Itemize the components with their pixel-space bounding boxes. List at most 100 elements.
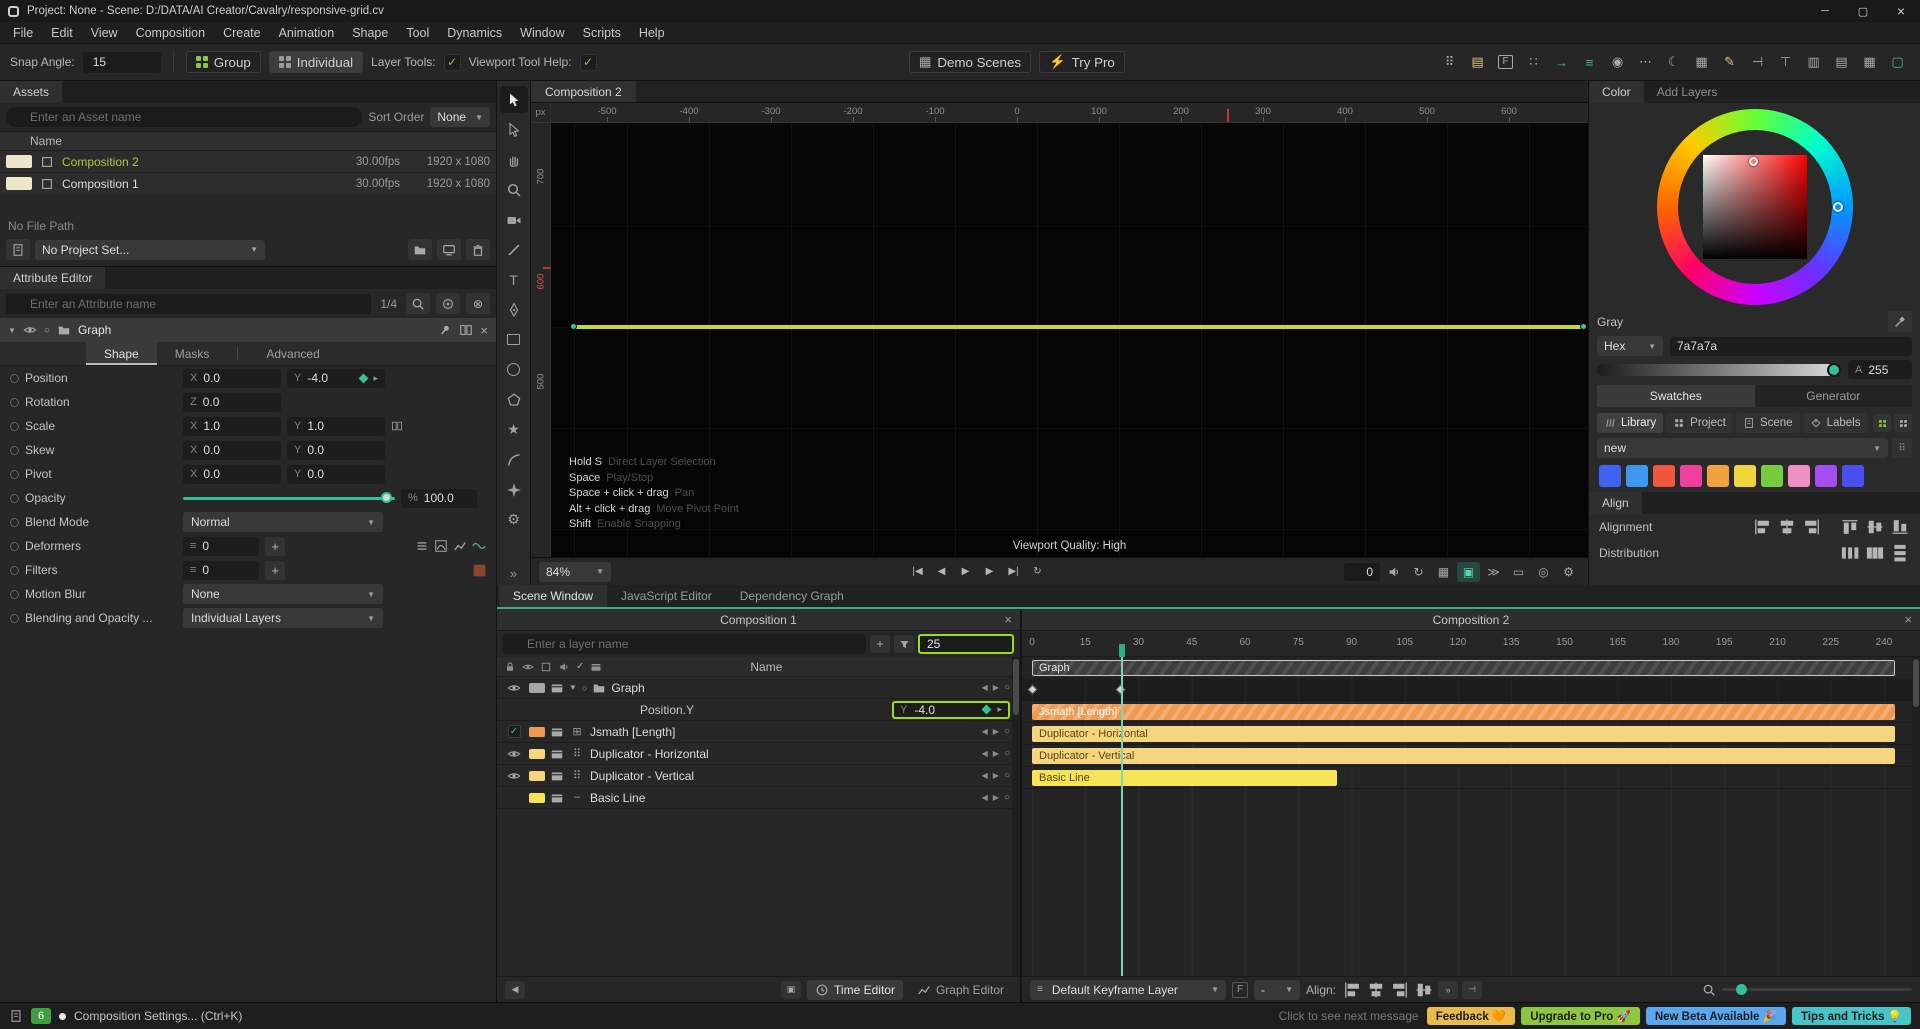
align-middle-button[interactable] [1865, 518, 1885, 536]
timeline-track-row[interactable]: Duplicator - Horizontal [1022, 723, 1912, 745]
color-swatch[interactable] [1707, 465, 1729, 487]
line-start-handle[interactable] [570, 323, 577, 330]
menu-dynamics[interactable]: Dynamics [438, 26, 511, 40]
minimize-button[interactable]: ─ [1806, 0, 1844, 22]
menu-shape[interactable]: Shape [343, 26, 397, 40]
crescent-button[interactable]: ☾ [1661, 50, 1686, 74]
layer-row[interactable]: ✓ ⊞ Jsmath [Length] ◀ ▶ ○ [497, 721, 1020, 743]
close-icon[interactable]: × [1904, 612, 1912, 627]
hue-selector-dot[interactable] [1833, 202, 1843, 212]
nudge-right-icon[interactable]: ▶ [993, 727, 999, 736]
add-button[interactable]: + [265, 560, 285, 580]
property-select[interactable]: None ▼ [183, 584, 383, 604]
nudge-right-icon[interactable]: ▶ [993, 749, 999, 758]
time-editor-button[interactable]: Time Editor [807, 979, 903, 1000]
render-view-button[interactable]: ▣ [1457, 561, 1480, 582]
layer-color-swatch[interactable] [529, 682, 545, 693]
target-button[interactable] [436, 293, 460, 314]
timeline-scrollbar[interactable] [1912, 657, 1920, 976]
individual-button[interactable]: Individual [268, 51, 364, 73]
source-library-button[interactable]: Library [1597, 413, 1664, 433]
tab-dependency-graph[interactable]: Dependency Graph [726, 585, 858, 607]
split-view-icon[interactable] [459, 323, 473, 337]
distribute-dist-c-button[interactable] [1865, 544, 1885, 562]
display-toggle-button[interactable]: ▢ [1885, 50, 1910, 74]
tab-attribute-editor[interactable]: Attribute Editor [0, 267, 106, 289]
keyframe-icon[interactable] [1027, 684, 1037, 695]
nudge-right-icon[interactable]: ▶ [993, 683, 999, 692]
align-horizontal-button[interactable]: ⊣ [1745, 50, 1770, 74]
horizontal-ruler[interactable]: -500 -400 -300 -200 -100 0 100 200 300 400 500 600 [551, 103, 1588, 122]
align-left-button[interactable] [1752, 518, 1772, 536]
property-select[interactable]: Normal ▼ [183, 512, 383, 532]
swatch-group-select[interactable]: new ▼ [1597, 438, 1888, 458]
close-icon[interactable]: × [1004, 612, 1012, 627]
log-icon[interactable] [9, 1009, 23, 1023]
value-field[interactable]: X 0.0 [183, 464, 281, 484]
annotate-pen-button[interactable]: ✎ [1717, 50, 1742, 74]
vertical-ruler[interactable]: 700 600 500 [531, 123, 551, 557]
keyframe-track-row[interactable] [1022, 679, 1912, 701]
timeline-track-row[interactable]: Jsmath [Length] [1022, 701, 1912, 723]
tab-swatches[interactable]: Swatches [1597, 385, 1755, 407]
graph-line-shape[interactable] [570, 323, 1587, 330]
display-button[interactable]: ▭ [1507, 562, 1530, 582]
layer-duration-bar[interactable]: Basic Line [1032, 770, 1338, 786]
sv-selector-dot[interactable] [1749, 157, 1758, 166]
layer-duration-bar[interactable]: Duplicator - Vertical [1032, 748, 1895, 764]
layer-row[interactable]: ▼ ○ Graph ◀ ▶ ○ [497, 677, 1020, 699]
count-field[interactable]: ≡ 0 [183, 560, 259, 580]
viewport-tab-composition-2[interactable]: Composition 2 [531, 81, 636, 102]
tool-direct-select[interactable] [500, 116, 528, 143]
magnifier-plus-button[interactable] [406, 293, 430, 314]
color-swatch[interactable] [1599, 465, 1621, 487]
color-swatch[interactable] [1653, 465, 1675, 487]
frame-f-button[interactable]: F [1493, 50, 1518, 74]
maximize-button[interactable]: ▢ [1844, 0, 1882, 22]
keyframe-align-center-h-button[interactable] [1366, 981, 1386, 999]
clear-button[interactable]: ⊗ [466, 293, 490, 314]
next-message-hint[interactable]: Click to see next message [1279, 1009, 1419, 1023]
keyframe-align-right-button[interactable] [1390, 981, 1410, 999]
distribute-dist-v-button[interactable] [1890, 544, 1910, 562]
keyframe-align-middle-button[interactable] [1414, 981, 1434, 999]
menu-view[interactable]: View [82, 26, 127, 40]
nudge-left-icon[interactable]: ◀ [982, 727, 988, 736]
snap-angle-input[interactable]: 15 [82, 51, 161, 73]
layer-duration-bar[interactable]: Duplicator - Horizontal [1032, 726, 1895, 742]
tab-javascript-editor[interactable]: JavaScript Editor [607, 585, 726, 607]
chevron-down-icon[interactable]: ▼ [8, 326, 16, 335]
align-bottom-button[interactable] [1890, 518, 1910, 536]
skip-to-start-button[interactable]: |◀ [907, 562, 929, 582]
expand-button[interactable]: ≫ [1482, 562, 1505, 582]
frame-counter-field[interactable]: 0 [1344, 562, 1380, 581]
graphbox-icon[interactable] [453, 539, 467, 553]
tab-add-layers[interactable]: Add Layers [1644, 81, 1731, 103]
audio-button[interactable] [1382, 562, 1405, 582]
attribute-search-input[interactable] [6, 293, 372, 314]
property-enable-dot[interactable] [10, 445, 19, 455]
playhead[interactable] [1120, 644, 1123, 976]
wave-icon[interactable] [472, 539, 486, 553]
property-enable-dot[interactable] [10, 373, 19, 383]
audio-column-icon[interactable] [558, 661, 570, 673]
state-circle-icon[interactable]: ○ [1004, 682, 1010, 693]
swatch-grid-button[interactable] [1894, 414, 1912, 432]
value-field[interactable]: X 1.0 [183, 416, 281, 436]
grid-layout-button[interactable]: ▦ [1857, 50, 1882, 74]
align-right-button[interactable] [1802, 518, 1822, 536]
property-enable-dot[interactable] [10, 589, 19, 599]
filter-swatch-icon[interactable] [473, 563, 486, 577]
keyframe-diamond-icon[interactable] [359, 373, 369, 383]
timeline-ruler[interactable]: 0 15 30 45 60 75 90 105 120 135 150 165 180 195 210 225… [1022, 631, 1920, 657]
timeline-zoom-handle[interactable] [1736, 984, 1747, 995]
layer-scrollbar[interactable] [1012, 657, 1020, 976]
viewport-settings-button[interactable]: ⚙ [1557, 562, 1580, 582]
tab-generator[interactable]: Generator [1754, 385, 1912, 407]
tool-hand[interactable] [500, 146, 528, 173]
value-field[interactable]: Z 0.0 [183, 392, 281, 412]
tab-assets[interactable]: Assets [0, 81, 63, 103]
loop-button[interactable]: ↻ [1027, 562, 1049, 582]
rows-layout-button[interactable]: ▤ [1829, 50, 1854, 74]
attr-tab-shape[interactable]: Shape [86, 342, 157, 365]
